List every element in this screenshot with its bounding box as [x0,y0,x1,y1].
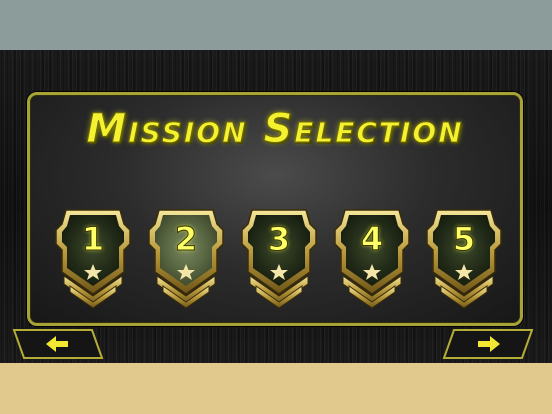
arrow-right-icon [442,329,534,359]
mission-number: 1 [81,220,105,259]
screen-title: Mission Selection [86,106,464,153]
previous-button[interactable] [12,329,104,359]
mission-badge-3[interactable]: 3 [238,206,320,310]
mission-number: 4 [360,220,384,259]
mission-badge-1[interactable]: 1 [52,206,134,310]
mission-badge-2[interactable]: 2 [145,206,227,310]
mission-badge-4[interactable]: 4 [331,206,413,310]
mission-number: 3 [267,220,291,259]
mission-number: 5 [452,220,476,259]
bottom-band [0,363,552,414]
mission-number: 2 [174,220,198,259]
top-band [0,0,552,50]
mission-badge-5[interactable]: 5 [423,206,505,310]
arrow-left-icon [12,329,104,359]
next-button[interactable] [442,329,534,359]
